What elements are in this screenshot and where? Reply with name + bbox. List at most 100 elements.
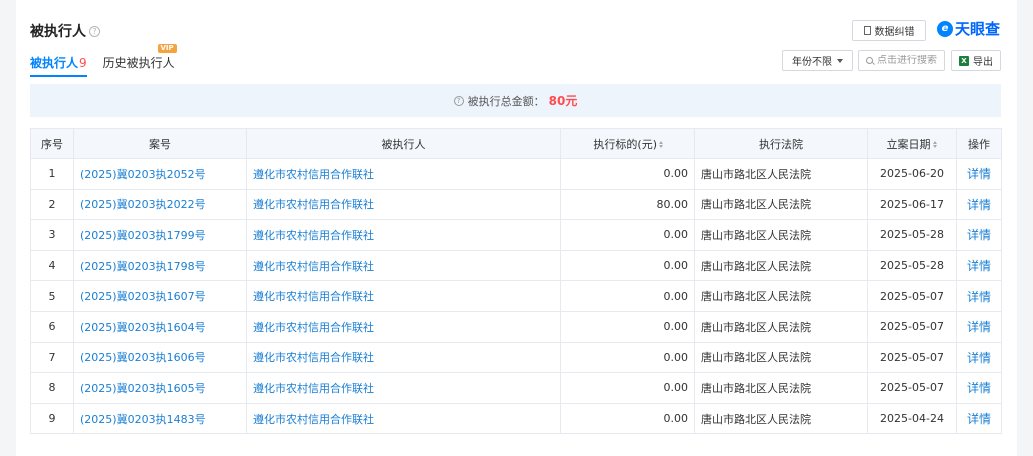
- filing-date-cell: 2025-05-07: [867, 310, 957, 343]
- execution-amount-cell: 0.00: [560, 219, 695, 251]
- sort-icon[interactable]: [932, 140, 938, 149]
- tab-label: 历史被执行人: [102, 56, 175, 70]
- row-index-cell: 6: [30, 310, 74, 343]
- details-link[interactable]: 详情: [967, 381, 991, 395]
- party-name-link-cell: 遵化市农村信用合作联社: [246, 280, 561, 312]
- executed-persons-panel: 被执行人 ? 被执行人9 历史被执行人 VIP 数据纠错 e 天眼查 年份不限 …: [16, 0, 1017, 456]
- details-link[interactable]: 详情: [967, 198, 991, 212]
- row-index-cell: 9: [30, 402, 74, 435]
- details-link[interactable]: 详情: [967, 290, 991, 304]
- excel-icon: X: [959, 55, 969, 66]
- court-name-cell: 唐山市路北区人民法院: [694, 219, 868, 251]
- tab-executed-persons[interactable]: 被执行人9: [30, 54, 87, 77]
- party-name-link[interactable]: 遵化市农村信用合作联社: [253, 321, 374, 334]
- execution-amount-cell: 0.00: [560, 341, 695, 374]
- execution-amount: 0.00: [663, 228, 689, 242]
- case-number-link[interactable]: (2025)冀0203执1799号: [80, 229, 206, 242]
- party-name-link[interactable]: 遵化市农村信用合作联社: [253, 351, 374, 364]
- details-link[interactable]: 详情: [967, 351, 991, 365]
- case-number-link-cell: (2025)冀0203执1798号: [73, 249, 247, 282]
- row-index: 2: [48, 197, 56, 211]
- search-input[interactable]: [877, 55, 945, 66]
- vip-badge: VIP: [157, 44, 177, 53]
- case-number-link[interactable]: (2025)冀0203执2022号: [80, 198, 206, 211]
- row-index: 5: [48, 289, 56, 303]
- case-number-link-cell: (2025)冀0203执1607号: [73, 280, 247, 312]
- filing-date: 2025-05-28: [880, 259, 944, 273]
- execution-amount-cell: 0.00: [560, 372, 695, 404]
- data-correction-button[interactable]: 数据纠错: [852, 20, 926, 41]
- row-index-cell: 7: [30, 341, 74, 374]
- case-number-link-cell: (2025)冀0203执1799号: [73, 219, 247, 251]
- party-name-link[interactable]: 遵化市农村信用合作联社: [253, 382, 374, 395]
- filing-date-cell: 2025-05-07: [867, 372, 957, 404]
- details-link-cell: 详情: [956, 280, 1002, 312]
- execution-amount: 0.00: [663, 381, 689, 395]
- question-circle-icon[interactable]: ?: [89, 25, 100, 37]
- court-name-cell: 唐山市路北区人民法院: [694, 280, 868, 312]
- tab-bar: 被执行人9 历史被执行人 VIP: [30, 44, 191, 77]
- summary-label: 被执行总金额：: [467, 94, 545, 108]
- data-correction-label: 数据纠错: [874, 27, 915, 38]
- case-number-link-cell: (2025)冀0203执1606号: [73, 341, 247, 374]
- party-name-link-cell: 遵化市农村信用合作联社: [246, 219, 561, 251]
- case-number-link[interactable]: (2025)冀0203执1483号: [80, 413, 206, 426]
- filing-date-cell: 2025-05-07: [867, 280, 957, 312]
- tab-history-executed-persons[interactable]: 历史被执行人 VIP: [102, 44, 177, 77]
- details-link[interactable]: 详情: [967, 167, 991, 181]
- filing-date-cell: 2025-05-28: [867, 249, 957, 282]
- table-body: 1 (2025)冀0203执2052号 遵化市农村信用合作联社 0.00 唐山市路北区人…: [30, 158, 1002, 435]
- executed-persons-table: 序号 案号 被执行人 执行标的(元) 执行法院 立案日期 操作 1 (2025)冀…: [30, 128, 1002, 435]
- table-row: 7 (2025)冀0203执1606号 遵化市农村信用合作联社 0.00 唐山市路北区人…: [30, 341, 1002, 374]
- export-button[interactable]: X 导出: [951, 50, 1001, 71]
- party-name-link-cell: 遵化市农村信用合作联社: [246, 372, 561, 404]
- party-name-link-cell: 遵化市农村信用合作联社: [246, 310, 561, 343]
- case-number-link[interactable]: (2025)冀0203执2052号: [80, 168, 206, 181]
- details-link[interactable]: 详情: [967, 259, 991, 273]
- execution-amount-cell: 0.00: [560, 310, 695, 343]
- party-name-link[interactable]: 遵化市农村信用合作联社: [253, 413, 374, 426]
- section-title-text: 被执行人: [30, 24, 86, 40]
- details-link-cell: 详情: [956, 372, 1002, 404]
- col-header-party: 被执行人: [246, 128, 561, 159]
- details-link[interactable]: 详情: [967, 320, 991, 334]
- filing-date-cell: 2025-05-07: [867, 341, 957, 374]
- search-box[interactable]: [858, 50, 945, 71]
- row-index-cell: 4: [30, 249, 74, 282]
- case-number-link[interactable]: (2025)冀0203执1798号: [80, 260, 206, 273]
- case-number-link[interactable]: (2025)冀0203执1604号: [80, 321, 206, 334]
- party-name-link[interactable]: 遵化市农村信用合作联社: [253, 260, 374, 273]
- details-link[interactable]: 详情: [967, 228, 991, 242]
- court-name: 唐山市路北区人民法院: [701, 290, 811, 304]
- row-index: 1: [48, 167, 56, 181]
- party-name-link[interactable]: 遵化市农村信用合作联社: [253, 229, 374, 242]
- filing-date: 2025-05-07: [880, 320, 944, 334]
- col-header-amount[interactable]: 执行标的(元): [560, 128, 695, 159]
- case-number-link-cell: (2025)冀0203执1483号: [73, 402, 247, 435]
- court-name-cell: 唐山市路北区人民法院: [694, 188, 868, 221]
- col-header-amount-label: 执行标的(元): [593, 137, 657, 151]
- year-filter-dropdown[interactable]: 年份不限: [782, 50, 853, 71]
- execution-amount: 0.00: [663, 289, 689, 303]
- court-name-cell: 唐山市路北区人民法院: [694, 158, 868, 190]
- party-name-link[interactable]: 遵化市农村信用合作联社: [253, 168, 374, 181]
- tianyancha-logo: e 天眼查: [937, 18, 1000, 39]
- case-number-link[interactable]: (2025)冀0203执1607号: [80, 290, 206, 303]
- case-number-link[interactable]: (2025)冀0203执1605号: [80, 382, 206, 395]
- details-link-cell: 详情: [956, 158, 1002, 190]
- party-name-link[interactable]: 遵化市农村信用合作联社: [253, 198, 374, 211]
- case-number-link[interactable]: (2025)冀0203执1606号: [80, 351, 206, 364]
- sort-icon[interactable]: [659, 140, 664, 149]
- case-number-link-cell: (2025)冀0203执1605号: [73, 372, 247, 404]
- details-link-cell: 详情: [956, 310, 1002, 343]
- party-name-link-cell: 遵化市农村信用合作联社: [246, 188, 561, 221]
- details-link[interactable]: 详情: [967, 412, 991, 426]
- filing-date: 2025-05-07: [880, 381, 944, 395]
- caret-down-icon: [837, 58, 843, 63]
- col-header-date[interactable]: 立案日期: [867, 128, 957, 159]
- filing-date: 2025-04-24: [880, 412, 944, 426]
- party-name-link[interactable]: 遵化市农村信用合作联社: [253, 290, 374, 303]
- filing-date-cell: 2025-06-20: [867, 158, 957, 190]
- court-name: 唐山市路北区人民法院: [701, 320, 811, 334]
- court-name: 唐山市路北区人民法院: [701, 412, 811, 426]
